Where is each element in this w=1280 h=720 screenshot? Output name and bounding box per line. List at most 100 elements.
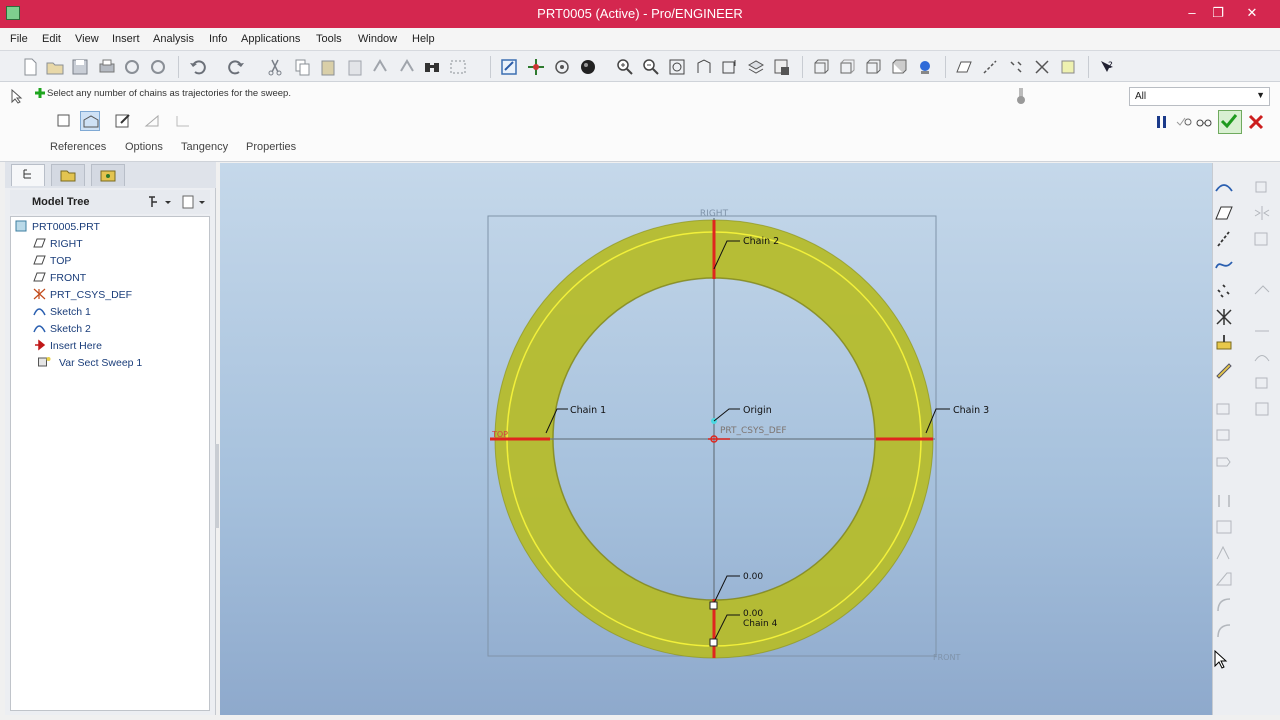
confirm-button[interactable] [1218,110,1242,134]
menu-edit[interactable]: Edit [42,33,61,45]
zoom-out-icon[interactable] [641,57,661,77]
plane-tool-icon[interactable] [1213,202,1235,224]
settings-icon[interactable] [146,194,172,210]
shell-tool-icon[interactable] [1213,516,1235,538]
csys-tool-icon[interactable] [1213,306,1235,328]
rib-tool-icon[interactable] [1213,542,1235,564]
pencil-tool-icon[interactable] [1213,358,1235,380]
sketch-tool-icon[interactable] [1213,176,1235,198]
restore-button[interactable]: ❐ [1206,3,1230,23]
top-plane-label[interactable]: TOP [491,430,508,439]
shading-icon[interactable] [889,57,909,77]
find-icon[interactable] [422,57,442,77]
revolve-tool-icon[interactable] [1213,424,1235,446]
thicken-tool-icon[interactable] [1251,372,1273,394]
close-window-button[interactable]: ✕ [1240,3,1264,23]
send-email-icon[interactable] [122,57,142,77]
dimension-value[interactable]: 0.00 [743,609,763,619]
solidify-tool-icon[interactable] [1251,398,1273,420]
merge-tool-icon[interactable] [1251,228,1273,250]
panel-splitter[interactable] [215,444,219,528]
enhanced-realism-icon[interactable] [915,57,935,77]
origin-label[interactable]: Origin [743,405,772,416]
tree-item-sketch-2[interactable]: Sketch 2 [33,321,91,337]
tree-item-right[interactable]: RIGHT [33,236,83,252]
save-icon[interactable] [70,57,90,77]
chain-3-label[interactable]: Chain 3 [953,405,989,416]
chain-2-label[interactable]: Chain 2 [743,236,779,247]
curve-tool-icon[interactable] [1213,254,1235,276]
chamfer-tool-icon[interactable] [1213,620,1235,642]
tab-model-tree[interactable] [11,164,45,186]
pause-button[interactable] [1152,112,1172,132]
datum-points-toggle-icon[interactable] [1006,57,1026,77]
menu-view[interactable]: View [75,33,99,45]
offset-tool-icon[interactable] [1251,346,1273,368]
drag-handle[interactable] [709,638,718,647]
mirror-tool-icon[interactable] [1251,202,1273,224]
solid-sweep-icon[interactable] [54,111,74,131]
hole-tool-icon[interactable] [1213,490,1235,512]
graphics-window[interactable]: RIGHT TOP PRT_CSYS_DEF FRONT Chain 2 Cha… [220,163,1212,715]
dimension-value[interactable]: 0.00 [743,572,763,582]
cut-icon[interactable] [265,57,285,77]
analysis-tool-icon[interactable] [1213,332,1235,354]
trim-tool-icon[interactable] [1251,280,1273,302]
tree-item-csys[interactable]: PRT_CSYS_DEF [33,287,132,303]
tab-tangency[interactable]: Tangency [181,141,228,153]
pattern-tool-icon[interactable] [1251,176,1273,198]
surface-sweep-icon[interactable] [80,111,100,131]
new-file-icon[interactable] [20,57,40,77]
select-box-icon[interactable] [448,57,468,77]
menu-info[interactable]: Info [209,33,227,45]
remove-material-icon[interactable] [143,111,163,131]
regenerate-icon[interactable] [370,57,390,77]
extrude-tool-icon[interactable] [1213,398,1235,420]
cancel-button[interactable] [1246,112,1266,132]
round-tool-icon[interactable] [1213,594,1235,616]
tab-properties[interactable]: Properties [246,141,296,153]
tab-favorites[interactable] [91,164,125,186]
tree-item-part[interactable]: PRT0005.PRT [15,219,100,235]
axis-tool-icon[interactable] [1213,228,1235,250]
thicken-icon[interactable] [173,111,193,131]
csys-label[interactable]: PRT_CSYS_DEF [720,426,787,436]
paste-special-icon[interactable] [345,57,365,77]
glasses-icon[interactable] [1194,112,1214,132]
menu-analysis[interactable]: Analysis [153,33,194,45]
menu-tools[interactable]: Tools [316,33,342,45]
menu-insert[interactable]: Insert [112,33,140,45]
hidden-line-icon[interactable] [837,57,857,77]
verify-icon[interactable] [1174,112,1194,132]
no-hidden-icon[interactable] [863,57,883,77]
send-link-icon[interactable] [148,57,168,77]
chain-1-label[interactable]: Chain 1 [570,405,606,416]
reorient-icon[interactable] [694,57,714,77]
tab-references[interactable]: References [50,141,106,153]
pin-icon[interactable] [1014,86,1028,106]
front-plane-label[interactable]: FRONT [933,653,960,662]
tab-options[interactable]: Options [125,141,163,153]
open-file-icon[interactable] [45,57,65,77]
regen-manager-icon[interactable] [397,57,417,77]
menu-help[interactable]: Help [412,33,435,45]
undo-icon[interactable] [188,57,208,77]
orient-mode-icon[interactable] [552,57,572,77]
display-style-icon[interactable] [578,57,598,77]
tree-item-var-sect-sweep[interactable]: Var Sect Sweep 1 [33,355,142,371]
menu-applications[interactable]: Applications [241,33,300,45]
tree-item-sketch-1[interactable]: Sketch 1 [33,304,91,320]
csys-toggle-icon[interactable] [1032,57,1052,77]
edit-section-icon[interactable] [113,111,133,131]
refit-icon[interactable] [667,57,687,77]
spin-center-icon[interactable] [526,57,546,77]
zoom-in-icon[interactable] [615,57,635,77]
annotation-toggle-icon[interactable] [1058,57,1078,77]
menu-window[interactable]: Window [358,33,397,45]
view-manager-icon[interactable] [772,57,792,77]
paste-icon[interactable] [318,57,338,77]
extend-tool-icon[interactable] [1251,320,1273,342]
copy-icon[interactable] [292,57,312,77]
tree-item-insert-here[interactable]: Insert Here [33,338,102,354]
datum-axes-toggle-icon[interactable] [980,57,1000,77]
